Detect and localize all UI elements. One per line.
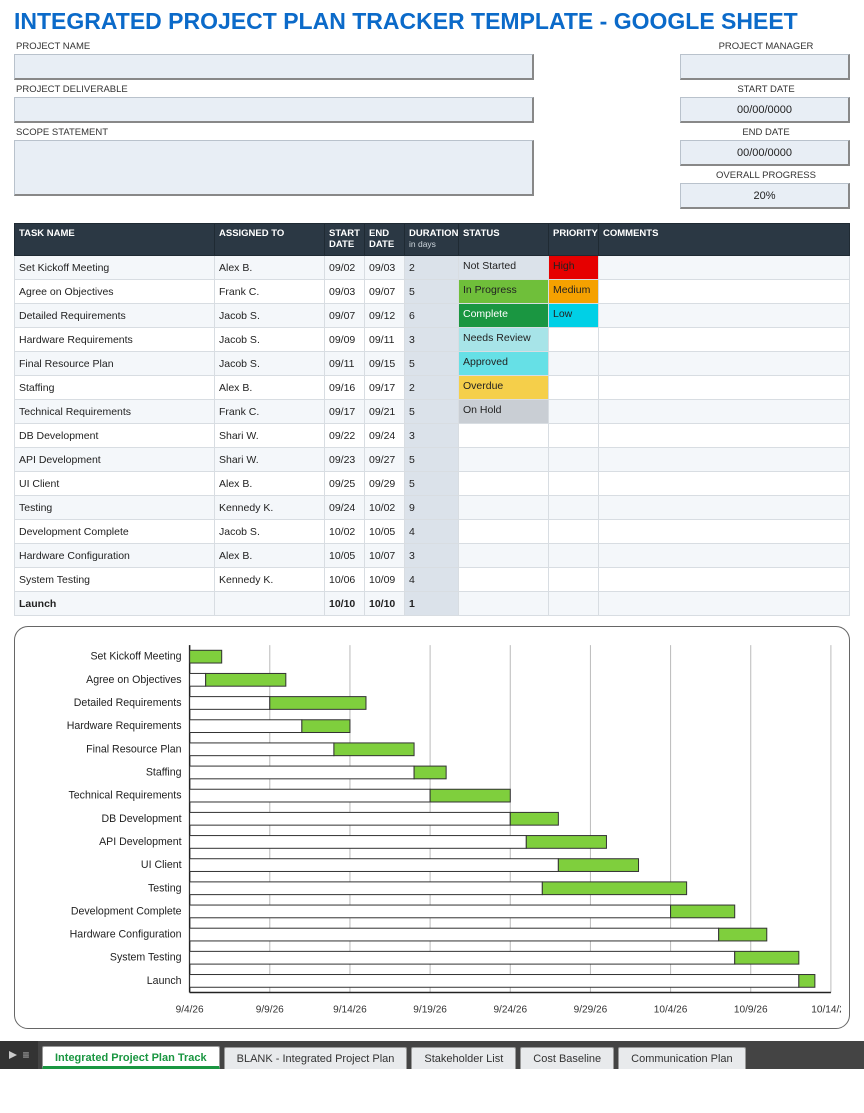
start-date-label: START DATE (680, 84, 850, 95)
table-row[interactable]: Final Resource PlanJacob S.09/1109/155Ap… (15, 352, 850, 376)
overall-progress-value: 20% (680, 183, 850, 209)
th-comments: COMMENTS (599, 224, 850, 256)
sheet-tabs-bar: ≡ Integrated Project Plan TrackBLANK - I… (0, 1041, 864, 1069)
svg-text:Final Resource Plan: Final Resource Plan (86, 743, 181, 755)
table-row[interactable]: Development CompleteJacob S.10/0210/054 (15, 520, 850, 544)
svg-text:DB Development: DB Development (101, 813, 181, 825)
tabs-menu-icon[interactable]: ≡ (22, 1048, 29, 1062)
th-end: END DATE (365, 224, 405, 256)
table-row[interactable]: Launch10/1010/101 (15, 592, 850, 616)
table-row[interactable]: TestingKennedy K.09/2410/029 (15, 496, 850, 520)
project-name-label: PROJECT NAME (14, 41, 534, 52)
table-row[interactable]: StaffingAlex B.09/1609/172Overdue (15, 376, 850, 400)
table-row[interactable]: API DevelopmentShari W.09/2309/275 (15, 448, 850, 472)
tabs-left-controls: ≡ (0, 1041, 38, 1069)
svg-text:10/14/26: 10/14/26 (811, 1005, 841, 1016)
project-manager-label: PROJECT MANAGER (680, 41, 850, 52)
scope-statement-label: SCOPE STATEMENT (14, 127, 534, 138)
play-icon[interactable] (8, 1050, 18, 1060)
project-manager-input[interactable] (680, 54, 850, 80)
project-name-input[interactable] (14, 54, 534, 80)
table-row[interactable]: Hardware ConfigurationAlex B.10/0510/073 (15, 544, 850, 568)
svg-text:10/4/26: 10/4/26 (654, 1005, 688, 1016)
start-date-value[interactable]: 00/00/0000 (680, 97, 850, 123)
svg-text:Agree on Objectives: Agree on Objectives (86, 674, 181, 686)
svg-text:System Testing: System Testing (110, 952, 182, 964)
th-task: TASK NAME (15, 224, 215, 256)
svg-text:Launch: Launch (147, 975, 182, 987)
end-date-label: END DATE (680, 127, 850, 138)
svg-text:9/29/26: 9/29/26 (574, 1005, 608, 1016)
project-deliverable-input[interactable] (14, 97, 534, 123)
svg-text:Hardware Configuration: Hardware Configuration (70, 929, 182, 941)
table-row[interactable]: Agree on ObjectivesFrank C.09/0309/075In… (15, 280, 850, 304)
svg-text:Detailed Requirements: Detailed Requirements (74, 697, 182, 709)
svg-text:9/19/26: 9/19/26 (413, 1005, 447, 1016)
table-row[interactable]: UI ClientAlex B.09/2509/295 (15, 472, 850, 496)
table-row[interactable]: Set Kickoff MeetingAlex B.09/0209/032Not… (15, 256, 850, 280)
gantt-chart: 9/4/26 9/9/26 9/14/26 9/19/26 9/24/26 9/29/26… (14, 626, 850, 1029)
th-duration: DURATIONin days (405, 224, 459, 256)
th-priority: PRIORITY (549, 224, 599, 256)
sheet-tab[interactable]: BLANK - Integrated Project Plan (224, 1047, 408, 1069)
end-date-value[interactable]: 00/00/0000 (680, 140, 850, 166)
sheet-tab[interactable]: Stakeholder List (411, 1047, 516, 1069)
svg-text:Testing: Testing (148, 882, 182, 894)
sheet-tab[interactable]: Cost Baseline (520, 1047, 614, 1069)
sheet-tab[interactable]: Communication Plan (618, 1047, 746, 1069)
svg-text:10/9/26: 10/9/26 (734, 1005, 768, 1016)
svg-text:Development Complete: Development Complete (71, 905, 182, 917)
svg-text:9/24/26: 9/24/26 (493, 1005, 527, 1016)
svg-text:9/9/26: 9/9/26 (256, 1005, 284, 1016)
th-start: START DATE (325, 224, 365, 256)
task-table: TASK NAME ASSIGNED TO START DATE END DAT… (14, 223, 850, 616)
svg-text:Hardware Requirements: Hardware Requirements (67, 720, 182, 732)
table-row[interactable]: Technical RequirementsFrank C.09/1709/21… (15, 400, 850, 424)
sheet-tab[interactable]: Integrated Project Plan Track (42, 1046, 220, 1069)
svg-text:9/4/26: 9/4/26 (176, 1005, 204, 1016)
th-assigned: ASSIGNED TO (215, 224, 325, 256)
table-row[interactable]: Detailed RequirementsJacob S.09/0709/126… (15, 304, 850, 328)
table-row[interactable]: Hardware RequirementsJacob S.09/0909/113… (15, 328, 850, 352)
project-deliverable-label: PROJECT DELIVERABLE (14, 84, 534, 95)
page-title: INTEGRATED PROJECT PLAN TRACKER TEMPLATE… (14, 8, 850, 35)
svg-text:Set Kickoff Meeting: Set Kickoff Meeting (90, 651, 181, 663)
overall-progress-label: OVERALL PROGRESS (680, 170, 850, 181)
svg-text:API Development: API Development (99, 836, 181, 848)
svg-text:Technical Requirements: Technical Requirements (68, 790, 181, 802)
header-fields: PROJECT NAME PROJECT DELIVERABLE SCOPE S… (14, 41, 850, 213)
svg-text:UI Client: UI Client (141, 859, 182, 871)
svg-text:Staffing: Staffing (146, 766, 182, 778)
svg-text:9/14/26: 9/14/26 (333, 1005, 367, 1016)
th-status: STATUS (459, 224, 549, 256)
table-row[interactable]: DB DevelopmentShari W.09/2209/243 (15, 424, 850, 448)
scope-statement-input[interactable] (14, 140, 534, 196)
table-row[interactable]: System TestingKennedy K.10/0610/094 (15, 568, 850, 592)
